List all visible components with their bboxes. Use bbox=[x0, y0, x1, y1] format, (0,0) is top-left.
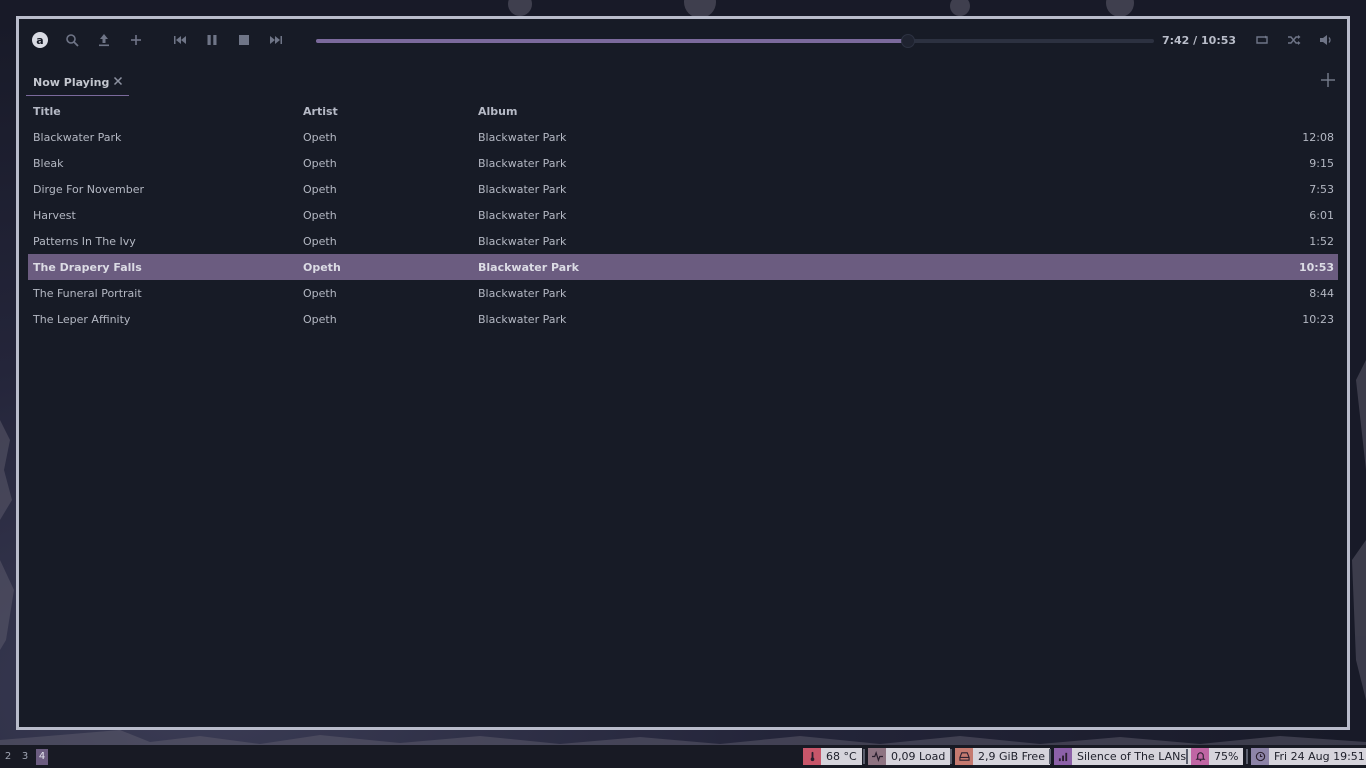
table-row[interactable]: Harvest Opeth Blackwater Park 6:01 bbox=[28, 202, 1338, 228]
time-display: 7:42 / 10:53 bbox=[1159, 34, 1239, 47]
table-row[interactable]: The Funeral Portrait Opeth Blackwater Park… bbox=[28, 280, 1338, 306]
clock-icon bbox=[1251, 748, 1269, 765]
disk-widget: 2,9 GiB Free bbox=[955, 748, 1050, 765]
track-album: Blackwater Park bbox=[478, 286, 567, 300]
table-row[interactable]: Patterns In The Ivy Opeth Blackwater Park 1… bbox=[28, 228, 1338, 254]
table-row[interactable]: Dirge For November Opeth Blackwater Park 7:… bbox=[28, 176, 1338, 202]
track-length: 12:08 bbox=[1302, 130, 1334, 144]
track-album: Blackwater Park bbox=[478, 182, 567, 196]
previous-icon[interactable] bbox=[171, 31, 189, 49]
volume-value: 75% bbox=[1209, 748, 1244, 765]
volume-widget: 75% bbox=[1191, 748, 1244, 765]
signal-bars-icon bbox=[1054, 748, 1072, 765]
time-elapsed: 7:42 bbox=[1161, 34, 1190, 47]
search-icon[interactable] bbox=[63, 31, 81, 49]
hard-drive-icon bbox=[955, 748, 973, 765]
toolbar: a 7:42 / 10:53 bbox=[19, 19, 1347, 65]
workspace-3[interactable]: 3 bbox=[19, 749, 31, 765]
track-title: Bleak bbox=[33, 156, 64, 170]
shuffle-icon[interactable] bbox=[1285, 31, 1303, 49]
track-title: The Leper Affinity bbox=[33, 312, 131, 326]
workspace-2[interactable]: 2 bbox=[2, 749, 14, 765]
network-value: Silence of The LANs bbox=[1072, 748, 1192, 765]
workspace-4[interactable]: 4 bbox=[36, 749, 48, 765]
table-row[interactable]: Bleak Opeth Blackwater Park 9:15 bbox=[28, 150, 1338, 176]
track-length: 7:53 bbox=[1309, 182, 1334, 196]
track-length: 9:15 bbox=[1309, 156, 1334, 170]
activity-icon bbox=[868, 748, 886, 765]
panel-divider bbox=[1246, 749, 1248, 764]
track-title: Harvest bbox=[33, 208, 76, 222]
close-icon[interactable] bbox=[113, 76, 123, 86]
track-length: 8:44 bbox=[1309, 286, 1334, 300]
status-panel: 2 3 4 68 °C 0,09 Load 2,9 GiB Free Silen… bbox=[0, 745, 1366, 768]
load-widget: 0,09 Load bbox=[868, 748, 951, 765]
network-widget: Silence of The LANs bbox=[1054, 748, 1192, 765]
pause-icon[interactable] bbox=[203, 31, 221, 49]
time-separator: / bbox=[1189, 34, 1202, 47]
track-length: 10:53 bbox=[1298, 260, 1334, 274]
track-title: Dirge For November bbox=[33, 182, 145, 196]
seek-bar[interactable] bbox=[316, 34, 1154, 48]
column-header-album[interactable]: Album bbox=[478, 105, 728, 118]
track-artist: Opeth bbox=[303, 260, 341, 274]
track-length: 6:01 bbox=[1309, 208, 1334, 222]
table-header: Title Artist Album bbox=[28, 98, 1338, 124]
next-icon[interactable] bbox=[267, 31, 285, 49]
app-logo[interactable]: a bbox=[32, 32, 48, 48]
track-album: Blackwater Park bbox=[478, 130, 567, 144]
table-row[interactable]: Blackwater Park Opeth Blackwater Park 12:08 bbox=[28, 124, 1338, 150]
volume-icon[interactable] bbox=[1317, 31, 1335, 49]
load-value: 0,09 Load bbox=[886, 748, 951, 765]
track-artist: Opeth bbox=[303, 312, 337, 326]
table-body: Blackwater Park Opeth Blackwater Park 12:08… bbox=[28, 124, 1338, 332]
bell-icon bbox=[1191, 748, 1209, 765]
track-artist: Opeth bbox=[303, 234, 337, 248]
playlist-table: Title Artist Album Blackwater Park Opeth B… bbox=[28, 98, 1338, 332]
track-artist: Opeth bbox=[303, 182, 337, 196]
upload-icon[interactable] bbox=[95, 31, 113, 49]
clock-value: Fri 24 Aug 19:51 bbox=[1269, 748, 1366, 765]
track-title: Blackwater Park bbox=[33, 130, 122, 144]
add-tab-icon[interactable] bbox=[1321, 73, 1335, 87]
track-title: Patterns In The Ivy bbox=[33, 234, 136, 248]
time-total: 10:53 bbox=[1201, 34, 1237, 47]
track-artist: Opeth bbox=[303, 130, 337, 144]
track-title: The Drapery Falls bbox=[33, 260, 142, 274]
track-album: Blackwater Park bbox=[478, 208, 567, 222]
table-row[interactable]: The Leper Affinity Opeth Blackwater Park 10… bbox=[28, 306, 1338, 332]
tab-now-playing[interactable]: Now Playing bbox=[26, 69, 129, 96]
track-album: Blackwater Park bbox=[478, 156, 567, 170]
panel-divider bbox=[950, 749, 952, 764]
seek-bar-fill bbox=[316, 39, 908, 43]
track-album: Blackwater Park bbox=[478, 312, 567, 326]
track-album: Blackwater Park bbox=[478, 260, 579, 274]
column-header-artist[interactable]: Artist bbox=[303, 105, 478, 118]
track-artist: Opeth bbox=[303, 156, 337, 170]
seek-handle[interactable] bbox=[900, 34, 915, 48]
repeat-icon[interactable] bbox=[1253, 31, 1271, 49]
temperature-widget: 68 °C bbox=[803, 748, 862, 765]
track-length: 10:23 bbox=[1302, 312, 1334, 326]
disk-value: 2,9 GiB Free bbox=[973, 748, 1050, 765]
stop-icon[interactable] bbox=[235, 31, 253, 49]
thermometer-icon bbox=[803, 748, 821, 765]
column-header-title[interactable]: Title bbox=[28, 105, 303, 118]
track-album: Blackwater Park bbox=[478, 234, 567, 248]
track-artist: Opeth bbox=[303, 208, 337, 222]
music-player-window: a 7:42 / 10:53 Now Playing Title Artist … bbox=[16, 16, 1350, 730]
app-logo-letter: a bbox=[36, 33, 44, 47]
track-title: The Funeral Portrait bbox=[33, 286, 142, 300]
track-artist: Opeth bbox=[303, 286, 337, 300]
table-row[interactable]: The Drapery Falls Opeth Blackwater Park 10:… bbox=[28, 254, 1338, 280]
tab-label: Now Playing bbox=[33, 75, 110, 89]
track-length: 1:52 bbox=[1309, 234, 1334, 248]
clock-widget: Fri 24 Aug 19:51 bbox=[1251, 748, 1366, 765]
panel-divider bbox=[1049, 749, 1051, 764]
panel-divider bbox=[1186, 749, 1188, 764]
panel-divider bbox=[863, 749, 865, 764]
temperature-value: 68 °C bbox=[821, 748, 862, 765]
add-icon[interactable] bbox=[127, 31, 145, 49]
